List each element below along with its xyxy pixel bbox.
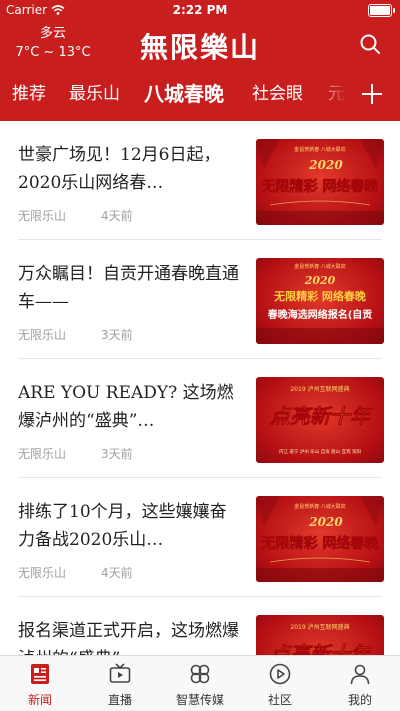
search-button[interactable] <box>358 32 382 56</box>
tab-label: 直播 <box>107 693 132 707</box>
article-thumbnail: 2019 泸州互联网盛典 点亮新十年 内江 遂宁 泸州 乐山 自贡 眉山 宜宾 … <box>256 377 384 463</box>
article-time: 3天前 <box>101 328 133 342</box>
tab-smart-media[interactable]: 智慧传媒 <box>160 656 240 711</box>
article-time: 4天前 <box>101 209 133 223</box>
tab-community[interactable]: 社区 <box>240 656 320 711</box>
thumb-top-text: 2019 泸州互联网盛典 <box>290 385 349 393</box>
thumb-top-text: 金鼠贺新春 八城大联欢 <box>294 263 346 270</box>
thumb-year: 2020 <box>308 515 343 529</box>
play-circle-icon <box>269 663 291 685</box>
thumbnail-art: 金鼠贺新春 八城大联欢 2020 无限精彩 网络春晚 春晚海选网络报名(自贡 <box>256 263 384 344</box>
thumbnail-art: 2019 泸州互联网盛典 点亮新十年 内江 遂宁 泸州 乐山 自贡 眉山 宜宾 … <box>269 385 374 455</box>
list-item[interactable]: 排练了10个月，这些孃孃奋力备战2020乐山… 无限乐山 4天前 金鼠贺新春 八… <box>0 478 400 597</box>
tab-shehuiyan[interactable]: 社会眼 <box>252 72 303 116</box>
tab-label: 新闻 <box>27 693 52 707</box>
article-thumbnail: 金鼠贺新春 八城大联欢 2020 无限精彩 网络春晚 <box>256 496 384 582</box>
clover-icon <box>190 664 210 684</box>
news-list: 世豪广场见！12月6日起，2020乐山网络春… 无限乐山 4天前 金鼠贺新春 八… <box>0 121 400 655</box>
thumb-main-text: 无限精彩 网络春晚 <box>261 535 379 552</box>
article-time: 4天前 <box>101 566 133 580</box>
list-item[interactable]: 万众瞩目！自贡开通春晚直通车—— 无限乐山 3天前 金鼠贺新春 八城大联欢 20… <box>0 240 400 359</box>
tab-label: 智慧传媒 <box>175 693 224 707</box>
thumbnail-art: 金鼠贺新春 八城大联欢 2020 无限精彩 网络春晚 <box>256 496 384 582</box>
article-thumbnail: 2019 泸州互联网盛典 点亮新十年 <box>256 615 384 655</box>
article-title: 报名渠道正式开启，这场燃爆泸州的“盛典”… <box>18 621 239 655</box>
status-time: 2:22 PM <box>172 3 228 17</box>
person-icon <box>350 664 370 685</box>
tab-bacheng-chunwan[interactable]: 八城春晚 <box>144 72 224 116</box>
thumb-main-text: 无限精彩 网络春晚 <box>273 289 366 303</box>
tab-recommend[interactable]: 推荐 <box>12 72 46 116</box>
article-title: 世豪广场见！12月6日起，2020乐山网络春… <box>18 145 221 193</box>
thumb-sub-text: 内江 遂宁 泸州 乐山 自贡 眉山 宜宾 资阳 <box>279 448 362 455</box>
article-title: ARE YOU READY? 这场燃爆泸州的“盛典”… <box>18 383 234 431</box>
tab-label: 社区 <box>267 693 292 707</box>
app-header: Carrier 2:22 PM 多云 7°C ~ 13°C 無限樂山 推荐 最乐… <box>0 0 400 121</box>
article-source: 无限乐山 <box>18 566 67 580</box>
list-item[interactable]: ARE YOU READY? 这场燃爆泸州的“盛典”… 无限乐山 3天前 201… <box>0 359 400 478</box>
weather-widget[interactable]: 多云 7°C ~ 13°C <box>14 24 92 62</box>
thumb-main-text: 无限精彩 网络春晚 <box>261 178 379 195</box>
search-icon <box>360 34 380 54</box>
thumbnail-art: 2019 泸州互联网盛典 点亮新十年 <box>269 623 374 655</box>
thumb-year: 2020 <box>304 274 336 287</box>
news-icon <box>31 664 49 684</box>
thumb-main-text: 点亮新十年 <box>269 404 373 428</box>
article-time: 3天前 <box>101 447 133 461</box>
tab-live[interactable]: 直播 <box>80 656 160 711</box>
list-item[interactable]: 报名渠道正式开启，这场燃爆泸州的“盛典”… 2019 泸州互联网盛典 点亮新十年 <box>0 597 400 655</box>
list-item[interactable]: 世豪广场见！12月6日起，2020乐山网络春… 无限乐山 4天前 金鼠贺新春 八… <box>0 121 400 240</box>
thumb-top-text: 2019 泸州互联网盛典 <box>290 623 349 631</box>
battery-icon <box>368 4 395 17</box>
article-title: 排练了10个月，这些孃孃奋力备战2020乐山… <box>18 502 227 550</box>
tab-me[interactable]: 我的 <box>320 656 400 711</box>
logo-text: 無限樂山 <box>139 31 260 64</box>
article-source: 无限乐山 <box>18 447 67 461</box>
bottom-tab-bar: 新闻 直播 智慧传媒 社区 我的 <box>0 655 400 710</box>
plus-icon <box>362 84 382 104</box>
article-thumbnail: 金鼠贺新春 八城大联欢 2020 无限精彩 网络春晚 春晚海选网络报名(自贡 <box>256 258 384 344</box>
tv-icon <box>109 663 131 683</box>
weather-temperature: 7°C ~ 13°C <box>15 45 91 60</box>
article-source: 无限乐山 <box>18 209 67 223</box>
thumb-top-text: 金鼠贺新春 八城大联欢 <box>294 146 346 153</box>
weather-condition: 多云 <box>39 26 66 41</box>
article-source: 无限乐山 <box>18 328 67 342</box>
thumb-top-text: 金鼠贺新春 八城大联欢 <box>294 503 346 510</box>
app-logo: 無限樂山 <box>118 26 282 66</box>
thumb-main-text: 点亮新十年 <box>269 642 373 655</box>
add-channel-button[interactable] <box>344 72 400 116</box>
article-thumbnail: 金鼠贺新春 八城大联欢 2020 无限精彩 网络春晚 <box>256 139 384 225</box>
status-bar: Carrier 2:22 PM <box>0 0 400 20</box>
thumb-sub-text: 春晚海选网络报名(自贡 <box>268 308 373 321</box>
tab-zuileshan[interactable]: 最乐山 <box>69 72 120 116</box>
tab-label: 我的 <box>347 693 372 707</box>
thumbnail-art: 金鼠贺新春 八城大联欢 2020 无限精彩 网络春晚 <box>256 139 384 225</box>
channel-tabs: 推荐 最乐山 八城春晚 社会眼 元 <box>0 72 400 116</box>
article-title: 万众瞩目！自贡开通春晚直通车—— <box>18 264 239 312</box>
tab-news[interactable]: 新闻 <box>0 656 80 711</box>
thumb-year: 2020 <box>308 158 343 172</box>
